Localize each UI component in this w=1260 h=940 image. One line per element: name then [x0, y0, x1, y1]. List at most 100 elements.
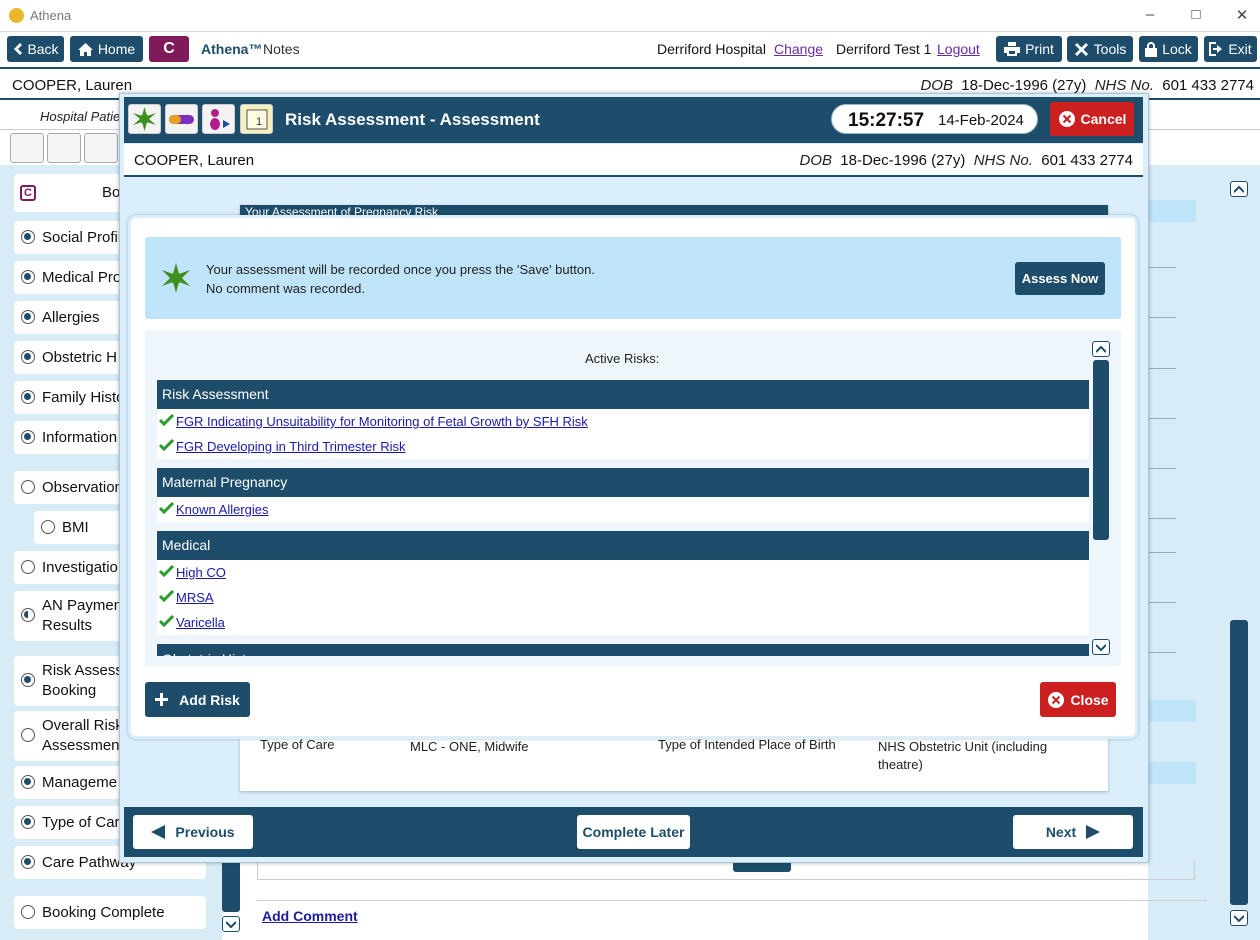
lock-button[interactable]: Lock	[1139, 36, 1198, 62]
chevron-down-icon	[226, 920, 236, 928]
cancel-button[interactable]: Cancel	[1050, 102, 1134, 136]
nhs-label: NHS No.	[973, 152, 1033, 169]
risks-scroll-down[interactable]	[1092, 639, 1110, 655]
risk-star-icon[interactable]	[128, 104, 161, 134]
exit-label: Exit	[1228, 41, 1252, 57]
status-radio	[21, 905, 35, 919]
print-button[interactable]: Print	[996, 36, 1062, 62]
main-scroll-down[interactable]	[1230, 910, 1248, 926]
risk-item[interactable]: High CO	[157, 560, 1089, 585]
exit-button[interactable]: Exit	[1204, 36, 1257, 62]
calendar-icon[interactable]: 1	[240, 104, 273, 134]
c-badge-icon: C	[20, 185, 36, 201]
sidebar-item-label: Observation	[42, 478, 123, 496]
change-hospital-link[interactable]: Change	[774, 41, 823, 57]
bg-divider	[1148, 652, 1176, 653]
bg-divider	[1148, 552, 1176, 553]
status-radio	[21, 350, 35, 364]
check-icon	[158, 614, 176, 630]
status-radio	[21, 855, 35, 869]
status-radio	[21, 775, 35, 789]
complete-later-label: Complete Later	[582, 824, 685, 840]
sidebar-scroll-down[interactable]	[222, 916, 240, 932]
close-button[interactable]: Close	[1040, 682, 1116, 717]
risk-link[interactable]: FGR Indicating Unsuitability for Monitor…	[176, 414, 588, 429]
check-icon	[158, 564, 176, 580]
pregnancy-svg	[210, 109, 230, 130]
section-maternal-pregnancy: Maternal Pregnancy	[157, 468, 1089, 497]
back-label: Back	[27, 41, 59, 57]
nhs-label: NHS No.	[1094, 77, 1154, 94]
maximize-icon[interactable]: □	[1186, 6, 1206, 23]
status-radio	[21, 310, 35, 324]
previous-label: Previous	[175, 824, 235, 840]
bg-band	[1148, 200, 1196, 222]
status-radio	[21, 815, 35, 829]
tools-label: Tools	[1093, 41, 1127, 57]
assess-now-label: Assess Now	[1021, 271, 1099, 286]
risk-item[interactable]: FGR Indicating Unsuitability for Monitor…	[157, 409, 1089, 434]
sidebar-item-label: Information	[42, 428, 118, 446]
risk-item[interactable]: Varicella	[157, 610, 1089, 635]
add-risk-button[interactable]: Add Risk	[145, 682, 250, 717]
lock-label: Lock	[1162, 41, 1192, 57]
main-scrollbar-thumb[interactable]	[1230, 620, 1248, 905]
risk-link[interactable]: High CO	[176, 565, 226, 580]
risks-scrollbar-thumb[interactable]	[1093, 360, 1109, 540]
type-of-care-label: Type of Care	[260, 737, 335, 752]
status-radio	[21, 728, 35, 742]
c-badge-label: C	[163, 40, 175, 57]
clock-display: 15:27:57 14-Feb-2024	[831, 104, 1038, 134]
minimize-icon[interactable]: –	[1140, 6, 1160, 23]
bg-divider	[1148, 518, 1176, 519]
green-star-icon	[162, 263, 190, 293]
medication-icon[interactable]	[47, 133, 81, 163]
pregnancy-icon[interactable]	[84, 133, 118, 163]
next-button[interactable]: Next	[1013, 815, 1133, 849]
bg-divider	[1148, 267, 1176, 268]
sidebar-item-label: Investigatio	[42, 558, 118, 576]
risk-link[interactable]: FGR Developing in Third Trimester Risk	[176, 439, 406, 454]
dob-label: DOB	[799, 152, 832, 169]
nhs-value: 601 433 2774	[1162, 77, 1254, 94]
chevron-up-icon	[1096, 345, 1106, 353]
assess-now-button[interactable]: Assess Now	[1015, 262, 1105, 295]
home-button[interactable]: Home	[70, 36, 143, 62]
arrow-left-icon	[151, 825, 166, 839]
risk-link[interactable]: Known Allergies	[176, 502, 269, 517]
c-app-button[interactable]: C	[149, 36, 189, 62]
risks-scroll-up[interactable]	[1092, 341, 1110, 357]
risk-link[interactable]: MRSA	[176, 590, 214, 605]
sidebar-item-label: BMI	[62, 518, 89, 536]
previous-button[interactable]: Previous	[133, 815, 253, 849]
modal-patient-name: COOPER, Lauren	[134, 152, 255, 169]
add-comment-link[interactable]: Add Comment	[262, 908, 358, 924]
check-icon	[158, 413, 176, 429]
sidebar-item-booking-complete[interactable]: Booking Complete	[14, 896, 206, 929]
info-box: Your assessment will be recorded once yo…	[145, 237, 1121, 319]
logout-link[interactable]: Logout	[937, 41, 980, 57]
chevron-down-icon	[1096, 643, 1106, 651]
user-name: Derriford Test 1	[836, 41, 932, 57]
pregnancy-icon[interactable]	[202, 104, 235, 134]
close-circle-icon	[1048, 691, 1065, 708]
main-content-frame	[257, 860, 1195, 880]
risk-item[interactable]: MRSA	[157, 585, 1089, 610]
risk-item[interactable]: Known Allergies	[157, 497, 1089, 522]
main-scroll-up[interactable]	[1230, 181, 1248, 197]
risk-item[interactable]: FGR Developing in Third Trimester Risk	[157, 434, 1089, 459]
risk-star-icon[interactable]	[10, 133, 44, 163]
info-line-1: Your assessment will be recorded once yo…	[206, 262, 595, 277]
hospital-patient-label: Hospital Patie	[40, 109, 121, 124]
status-radio	[21, 673, 35, 687]
bg-divider	[1148, 418, 1176, 419]
tools-button[interactable]: Tools	[1067, 36, 1133, 62]
window-title: Athena	[30, 8, 72, 23]
back-button[interactable]: Back	[7, 36, 64, 62]
medication-icon[interactable]	[165, 104, 198, 134]
svg-text:1: 1	[256, 116, 262, 128]
complete-later-button[interactable]: Complete Later	[577, 815, 690, 849]
bg-divider	[1148, 602, 1176, 603]
risk-link[interactable]: Varicella	[176, 615, 225, 630]
close-window-icon[interactable]: ✕	[1232, 6, 1252, 24]
